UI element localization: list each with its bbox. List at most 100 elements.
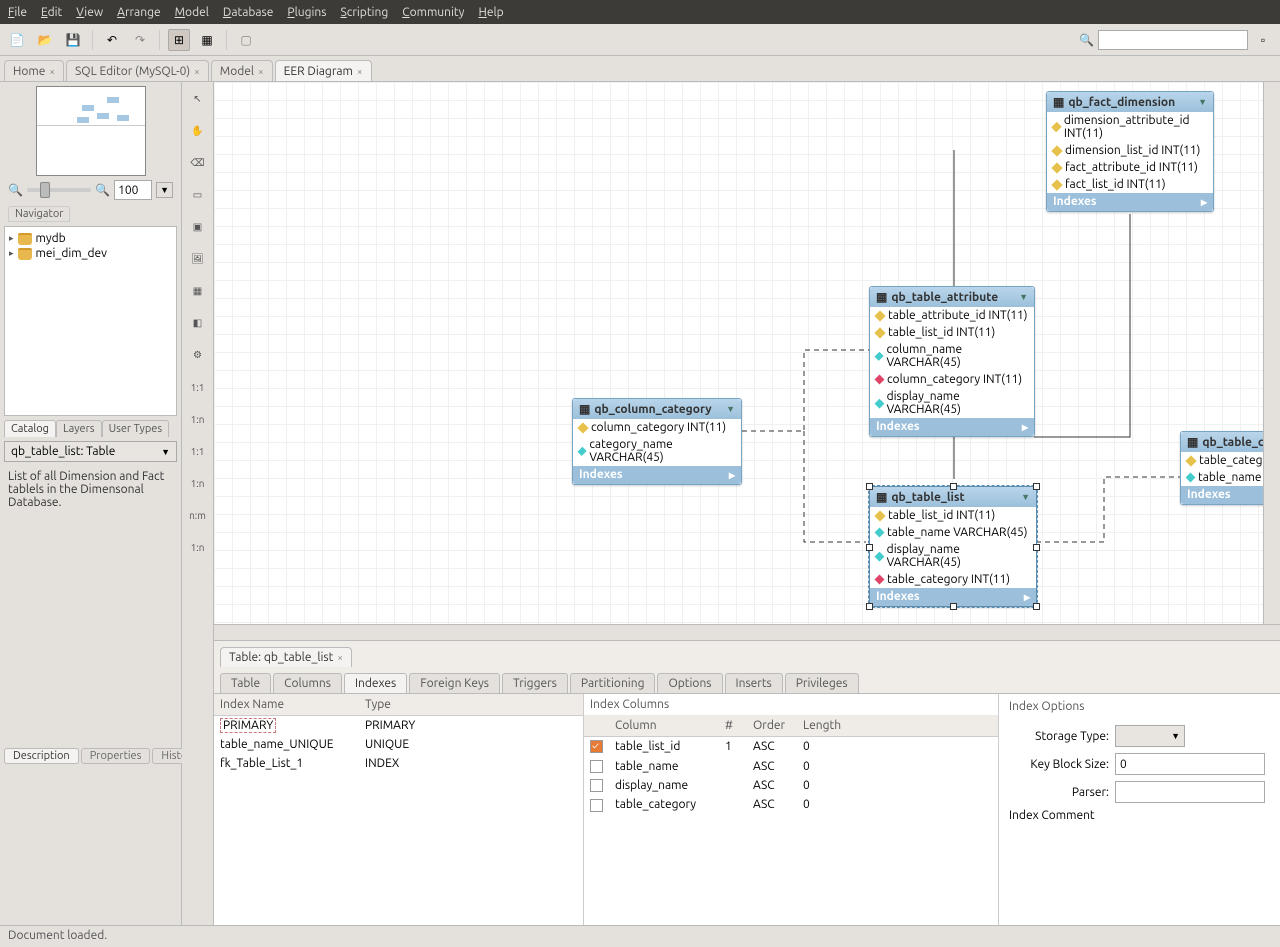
catalog-tree[interactable]: ▸mydb ▸mei_dim_dev bbox=[4, 226, 177, 416]
hand-tool-icon[interactable]: ✋ bbox=[187, 120, 209, 142]
index-row[interactable]: fk_Table_List_1INDEX bbox=[214, 754, 583, 773]
key-block-size-input[interactable] bbox=[1115, 753, 1265, 775]
note-tool-icon[interactable]: ▣ bbox=[187, 216, 209, 238]
zoom-in-icon[interactable]: 🔍 bbox=[95, 183, 110, 197]
checkbox-icon[interactable] bbox=[590, 779, 603, 792]
checkbox-icon[interactable] bbox=[590, 740, 603, 753]
checkbox-icon[interactable] bbox=[590, 799, 603, 812]
horizontal-scrollbar[interactable] bbox=[214, 624, 1280, 640]
tab-sql-editor[interactable]: SQL Editor (MySQL-0)× bbox=[66, 60, 209, 81]
erd-table-qb-table-list[interactable]: ▦qb_table_list▼ table_list_id INT(11) ta… bbox=[869, 486, 1037, 607]
rel-1nb-icon[interactable]: 1:n bbox=[187, 472, 209, 494]
close-icon[interactable]: × bbox=[49, 66, 55, 77]
routine-tool-icon[interactable]: ⚙ bbox=[187, 344, 209, 366]
table-tool-icon[interactable]: ▦ bbox=[187, 280, 209, 302]
menu-scripting[interactable]: Scripting bbox=[340, 6, 388, 19]
index-col-row[interactable]: display_nameASC0 bbox=[584, 776, 998, 795]
eraser-tool-icon[interactable]: ⌫ bbox=[187, 152, 209, 174]
tree-item-mei-dim-dev[interactable]: ▸mei_dim_dev bbox=[9, 246, 172, 261]
tab-catalog[interactable]: Catalog bbox=[4, 420, 56, 437]
open-file-icon[interactable]: 📂 bbox=[34, 29, 56, 51]
rel-11b-icon[interactable]: 1:1 bbox=[187, 440, 209, 462]
index-col-row[interactable]: table_nameASC0 bbox=[584, 756, 998, 775]
collapse-icon[interactable]: ▼ bbox=[1019, 292, 1028, 302]
subtab-triggers[interactable]: Triggers bbox=[502, 673, 568, 693]
subtab-foreign-keys[interactable]: Foreign Keys bbox=[409, 673, 500, 693]
zoom-dropdown-icon[interactable]: ▼ bbox=[156, 182, 173, 198]
index-list[interactable]: Index NameType PRIMARYPRIMARY table_name… bbox=[214, 694, 584, 925]
expand-icon[interactable]: ▸ bbox=[1022, 420, 1028, 434]
menu-community[interactable]: Community bbox=[402, 6, 464, 19]
subtab-inserts[interactable]: Inserts bbox=[725, 673, 783, 693]
zoom-slider[interactable] bbox=[27, 188, 91, 192]
layer-tool-icon[interactable]: ▭ bbox=[187, 184, 209, 206]
rel-nm-icon[interactable]: n:m bbox=[187, 504, 209, 526]
save-icon[interactable]: 💾 bbox=[62, 29, 84, 51]
view-tool-icon[interactable]: ◧ bbox=[187, 312, 209, 334]
subtab-indexes[interactable]: Indexes bbox=[344, 673, 407, 693]
grid-toggle-icon[interactable]: ⊞ bbox=[168, 29, 190, 51]
subtab-partitioning[interactable]: Partitioning bbox=[570, 673, 656, 693]
undo-icon[interactable]: ↶ bbox=[101, 29, 123, 51]
grid2-icon[interactable]: ▦ bbox=[196, 29, 218, 51]
search-input[interactable] bbox=[1098, 30, 1248, 50]
collapse-icon[interactable]: ▼ bbox=[1198, 97, 1207, 107]
rel-1n-icon[interactable]: 1:n bbox=[187, 408, 209, 430]
erd-table-qb-fact-dimension[interactable]: ▦qb_fact_dimension▼ dimension_attribute_… bbox=[1046, 91, 1214, 212]
storage-type-select[interactable]: ▼ bbox=[1115, 725, 1185, 747]
index-col-row[interactable]: table_categoryASC0 bbox=[584, 795, 998, 814]
checkbox-icon[interactable] bbox=[590, 760, 603, 773]
rel-11-icon[interactable]: 1:1 bbox=[187, 376, 209, 398]
zoom-out-icon[interactable]: 🔍 bbox=[8, 183, 23, 197]
tab-eer-diagram[interactable]: EER Diagram× bbox=[275, 60, 372, 81]
tab-model[interactable]: Model× bbox=[211, 60, 273, 81]
menu-file[interactable]: File bbox=[8, 6, 27, 19]
redo-icon[interactable]: ↷ bbox=[129, 29, 151, 51]
erd-table-qb-table-attribute[interactable]: ▦qb_table_attribute▼ table_attribute_id … bbox=[869, 286, 1035, 437]
subtab-columns[interactable]: Columns bbox=[273, 673, 342, 693]
expand-icon[interactable]: ▸ bbox=[729, 468, 735, 482]
cursor-tool-icon[interactable]: ↖ bbox=[187, 88, 209, 110]
rel-existing-icon[interactable]: 1:n bbox=[187, 536, 209, 558]
doc-icon[interactable]: ▢ bbox=[235, 29, 257, 51]
close-icon[interactable]: × bbox=[357, 66, 363, 77]
tree-item-mydb[interactable]: ▸mydb bbox=[9, 231, 172, 246]
collapse-icon[interactable]: ▼ bbox=[1021, 492, 1030, 502]
menu-edit[interactable]: Edit bbox=[41, 6, 62, 19]
tab-layers[interactable]: Layers bbox=[56, 420, 102, 437]
menu-arrange[interactable]: Arrange bbox=[117, 6, 160, 19]
menu-database[interactable]: Database bbox=[223, 6, 274, 19]
zoom-input[interactable] bbox=[114, 180, 152, 200]
menu-plugins[interactable]: Plugins bbox=[287, 6, 326, 19]
object-combo[interactable]: qb_table_list: Table▼ bbox=[4, 441, 177, 462]
subtab-table[interactable]: Table bbox=[220, 673, 271, 693]
tab-home[interactable]: Home× bbox=[4, 60, 64, 81]
collapse-icon[interactable]: ▼ bbox=[726, 404, 735, 414]
close-icon[interactable]: × bbox=[258, 66, 264, 77]
subtab-privileges[interactable]: Privileges bbox=[785, 673, 859, 693]
subtab-options[interactable]: Options bbox=[657, 673, 722, 693]
expand-icon[interactable]: ▸ bbox=[1024, 590, 1030, 604]
search-go-icon[interactable]: ▫ bbox=[1252, 29, 1274, 51]
index-row[interactable]: PRIMARYPRIMARY bbox=[214, 716, 583, 736]
close-icon[interactable]: × bbox=[194, 66, 200, 77]
tab-description[interactable]: Description bbox=[4, 748, 79, 764]
menu-help[interactable]: Help bbox=[478, 6, 503, 19]
tab-user-types[interactable]: User Types bbox=[102, 420, 170, 437]
index-columns[interactable]: Index Columns Column#OrderLength table_l… bbox=[584, 694, 999, 925]
index-col-row[interactable]: table_list_id1ASC0 bbox=[584, 737, 998, 757]
menu-view[interactable]: View bbox=[76, 6, 103, 19]
expand-icon[interactable]: ▸ bbox=[1201, 195, 1207, 209]
menu-model[interactable]: Model bbox=[175, 6, 209, 19]
new-file-icon[interactable]: 📄 bbox=[6, 29, 28, 51]
tab-properties[interactable]: Properties bbox=[81, 748, 151, 764]
navigator-preview[interactable] bbox=[36, 86, 146, 176]
erd-table-qb-table-category[interactable]: ▦qb_table_category▼ table_category INT(1… bbox=[1180, 431, 1280, 505]
parser-input[interactable] bbox=[1115, 781, 1265, 803]
editor-tab[interactable]: Table: qb_table_list× bbox=[220, 647, 352, 667]
close-icon[interactable]: × bbox=[337, 652, 343, 663]
erd-table-qb-column-category[interactable]: ▦qb_column_category▼ column_category INT… bbox=[572, 398, 742, 485]
erd-canvas[interactable]: ▦qb_fact_dimension▼ dimension_attribute_… bbox=[214, 82, 1280, 624]
image-tool-icon[interactable]: 🖼 bbox=[187, 248, 209, 270]
index-row[interactable]: table_name_UNIQUEUNIQUE bbox=[214, 735, 583, 754]
